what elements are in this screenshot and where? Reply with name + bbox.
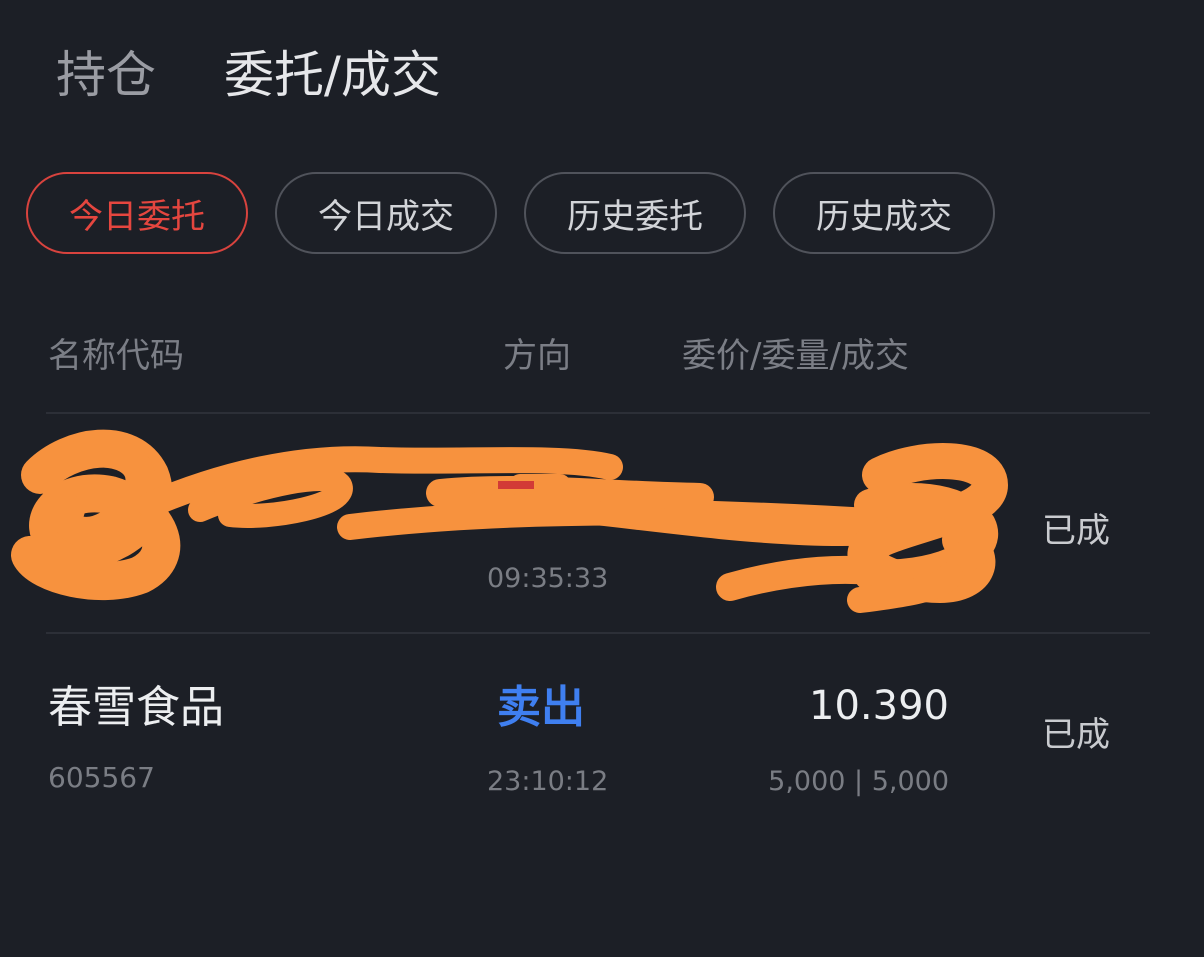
header-direction: 方向 — [503, 336, 571, 376]
tab-positions[interactable]: 持仓 — [56, 40, 156, 110]
order-time: 23:10:12 — [487, 766, 609, 797]
order-price: 10.390 — [809, 683, 949, 729]
chip-today-orders[interactable]: 今日委托 — [26, 172, 248, 254]
header-name-code: 名称代码 — [48, 336, 184, 376]
redaction-scribble — [11, 429, 1008, 613]
chip-history-orders[interactable]: 历史委托 — [524, 172, 746, 254]
order-row[interactable]: 春雪食品 605567 卖出 23:10:12 10.390 5,000 | 5… — [0, 634, 1204, 834]
order-direction-sell: 卖出 — [497, 682, 585, 733]
order-status: 已成 — [1042, 511, 1110, 551]
filter-chips: 今日委托 今日成交 历史委托 历史成交 — [26, 172, 1022, 254]
header-price-qty-deal: 委价/委量/成交 — [682, 336, 909, 376]
column-headers: 名称代码 方向 委价/委量/成交 — [0, 326, 1204, 386]
top-tab-bar: 持仓 委托/成交 — [56, 40, 441, 110]
chip-history-deals[interactable]: 历史成交 — [773, 172, 995, 254]
order-qty-deal: 5,000 | 5,000 — [768, 766, 949, 797]
chip-today-deals[interactable]: 今日成交 — [275, 172, 497, 254]
orders-screen: 持仓 委托/成交 今日委托 今日成交 历史委托 历史成交 名称代码 方向 委价/… — [0, 0, 1204, 957]
stock-name: 春雪食品 — [48, 682, 224, 733]
stock-code: 605567 — [48, 761, 155, 794]
order-status: 已成 — [1042, 715, 1110, 755]
tab-orders-deals[interactable]: 委托/成交 — [224, 40, 441, 110]
